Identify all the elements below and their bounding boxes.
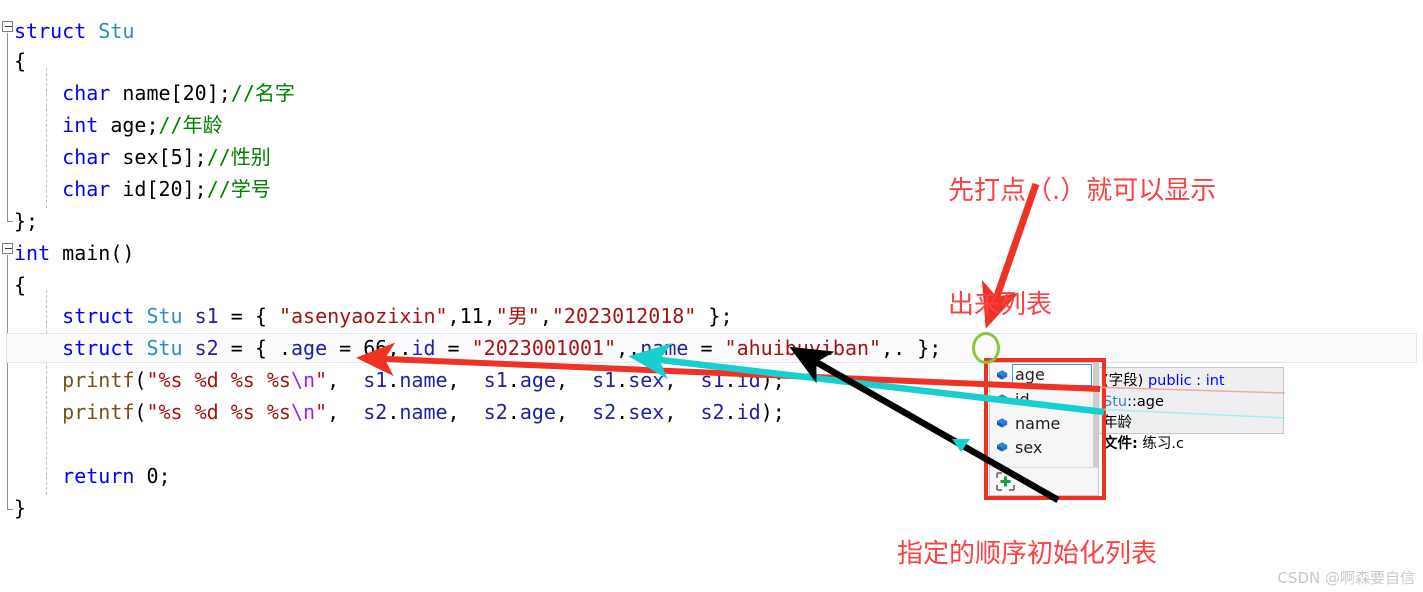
annotation-top-line1: 先打点（.）就可以显示 (948, 176, 1217, 206)
completion-items[interactable]: age id name sex (990, 363, 1098, 467)
tooltip-signature: (字段) public : int Stu::age (1103, 371, 1277, 413)
completion-item-name[interactable]: name (990, 411, 1098, 435)
completion-item-sex[interactable]: sex (990, 435, 1098, 459)
completion-item-label: name (1015, 413, 1061, 433)
tooltip-kind: (字段) (1103, 373, 1144, 389)
completion-item-age[interactable]: age (990, 363, 1098, 387)
code-line[interactable]: struct Stu (0, 16, 1423, 46)
completion-item-label: id (1015, 389, 1030, 409)
tooltip-file-name: 练习.c (1142, 436, 1185, 452)
tooltip-owner: Stu (1103, 394, 1128, 410)
completion-footer[interactable] (990, 467, 1098, 495)
completion-item-label: sex (1015, 437, 1043, 457)
tooltip-sep: : (1191, 373, 1206, 389)
tooltip-type: int (1205, 373, 1225, 389)
field-icon (994, 439, 1010, 455)
completion-item-label: age (1012, 364, 1092, 386)
expand-all-members-icon[interactable] (996, 472, 1015, 491)
code-line[interactable]: return 0; (0, 461, 1423, 491)
tooltip-member: ::age (1127, 394, 1164, 410)
field-icon (994, 391, 1010, 407)
code-line[interactable]: { (0, 46, 1423, 76)
completion-scrollbar[interactable] (1093, 363, 1098, 467)
tooltip-file-label: 文件: (1103, 436, 1138, 452)
field-icon (994, 415, 1010, 431)
quick-info-tooltip: (字段) public : int Stu::age 年龄 文件: 练习.c (1096, 367, 1284, 452)
csdn-watermark: CSDN @啊森要自信 (1277, 569, 1415, 587)
annotation-top-line2: 出来列表 (948, 290, 1053, 320)
tooltip-file-row: 文件: 练习.c (1103, 434, 1277, 455)
completion-item-id[interactable]: id (990, 387, 1098, 411)
code-line[interactable]: } (0, 493, 1423, 523)
completion-scrollbar-thumb[interactable] (1093, 363, 1098, 467)
field-icon (994, 367, 1010, 383)
annotation-bottom-text: 指定的顺序初始化列表 (897, 539, 1158, 569)
intellisense-completion-list[interactable]: age id name sex (989, 362, 1099, 496)
annotation-top-text: 先打点（.）就可以显示 出来列表 (948, 96, 1216, 362)
tooltip-description: 年龄 (1103, 415, 1132, 431)
tooltip-access: public (1147, 373, 1192, 389)
